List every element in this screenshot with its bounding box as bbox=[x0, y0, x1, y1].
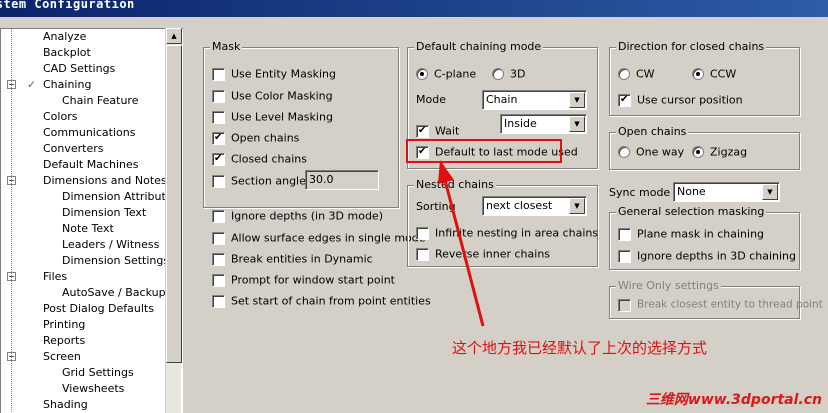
watermark-logo: 三维网www.3dportal.cn bbox=[645, 392, 822, 408]
annotation-text: 这个地方我已经默认了上次的选择方式 bbox=[452, 339, 708, 357]
